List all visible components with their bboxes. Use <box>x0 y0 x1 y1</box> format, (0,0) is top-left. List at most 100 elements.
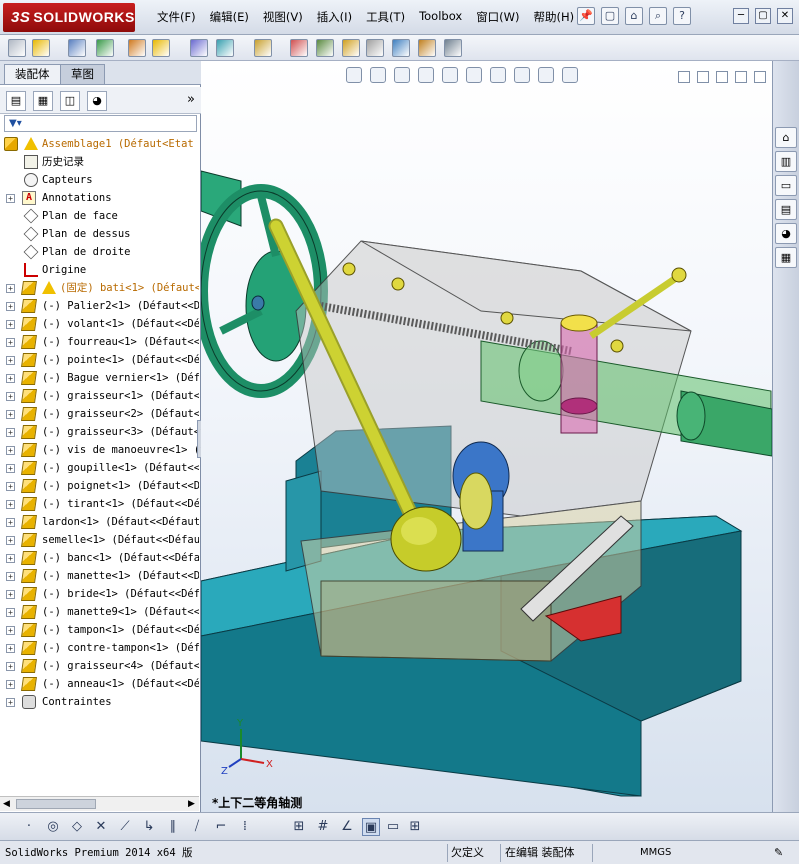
expand-icon[interactable]: + <box>6 536 15 545</box>
tree-item[interactable]: Assemblage1 (Défaut<Etat <box>0 135 199 153</box>
expand-icon[interactable]: + <box>6 644 15 653</box>
tree-item[interactable]: + (-) banc<1> (Défaut<<Défau <box>0 549 199 567</box>
expand-icon[interactable]: + <box>6 680 15 689</box>
fillet-icon[interactable]: ↳ <box>140 818 158 836</box>
tab-sketch[interactable]: 草图 <box>60 64 105 84</box>
tree-item[interactable]: + (-) bride<1> (Défaut<<Défa <box>0 585 199 603</box>
tree-item[interactable]: + semelle<1> (Défaut<<Défaut <box>0 531 199 549</box>
help-icon[interactable]: ? <box>673 7 691 25</box>
assembly-features-icon[interactable] <box>216 39 234 57</box>
tree-item[interactable]: + Contraintes <box>0 693 199 711</box>
smart-fasteners-icon[interactable] <box>128 39 146 57</box>
linear-pattern-icon[interactable]: ⁞ <box>236 818 254 836</box>
tree-item[interactable]: Capteurs <box>0 171 199 189</box>
tree-item[interactable]: Origine <box>0 261 199 279</box>
move-component-icon[interactable] <box>152 39 170 57</box>
expand-icon[interactable]: + <box>6 590 15 599</box>
expand-icon[interactable]: + <box>6 302 15 311</box>
scroll-left-icon[interactable]: ◀ <box>3 799 10 809</box>
tree-item[interactable]: Plan de face <box>0 207 199 225</box>
bill-of-materials-icon[interactable] <box>316 39 334 57</box>
trim-icon[interactable]: ✕ <box>92 818 110 836</box>
assembly-3d-model[interactable]: Y X Z <box>201 61 772 812</box>
expand-icon[interactable]: + <box>6 284 15 293</box>
expand-icon[interactable]: + <box>6 338 15 347</box>
new-document-icon[interactable]: ▢ <box>601 7 619 25</box>
maximize-button[interactable]: ▢ <box>755 8 771 24</box>
solidworks-logo[interactable]: 3S SOLIDWORKS <box>3 3 135 32</box>
horizontal-scrollbar[interactable]: ◀ ▶ <box>0 796 199 811</box>
tree-item[interactable]: + (-) anneau<1> (Défaut<<Déf <box>0 675 199 693</box>
tree-item[interactable]: Plan de droite <box>0 243 199 261</box>
tree-item[interactable]: + (-) poignet<1> (Défaut<<Dé <box>0 477 199 495</box>
minimize-button[interactable]: ─ <box>733 8 749 24</box>
tree-item[interactable]: + (-) fourreau<1> (Défaut<<D <box>0 333 199 351</box>
reference-geometry-icon[interactable] <box>254 39 272 57</box>
polygon-icon[interactable]: ◇ <box>68 818 86 836</box>
grid-icon[interactable]: # <box>314 818 332 836</box>
menu-item-5[interactable]: Toolbox <box>412 9 469 25</box>
tree-item[interactable]: + (-) contre-tampon<1> (Défa <box>0 639 199 657</box>
expand-icon[interactable]: + <box>6 446 15 455</box>
view-palette-icon[interactable]: ▤ <box>775 199 797 220</box>
tree-item[interactable]: + (-) Palier2<1> (Défaut<<Dé <box>0 297 199 315</box>
insert-component-icon[interactable] <box>8 39 26 57</box>
component-preview-icon[interactable] <box>68 39 86 57</box>
expand-icon[interactable]: + <box>6 500 15 509</box>
snapshot-icon[interactable] <box>444 39 462 57</box>
display-manager-icon[interactable]: ◕ <box>87 91 107 111</box>
expand-icon[interactable]: + <box>6 356 15 365</box>
menu-item-6[interactable]: 窗口(W) <box>469 9 526 25</box>
tree-item[interactable]: Plan de dessus <box>0 225 199 243</box>
expand-icon[interactable]: + <box>6 194 15 203</box>
menu-item-4[interactable]: 工具(T) <box>359 9 412 25</box>
scroll-right-icon[interactable]: ▶ <box>188 799 195 809</box>
tree-item[interactable]: + (-) tirant<1> (Défaut<<Déf <box>0 495 199 513</box>
tree-item[interactable]: + (-) manette<1> (Défaut<<Dé <box>0 567 199 585</box>
solidworks-resources-icon[interactable]: ⌂ <box>775 127 797 148</box>
appearances-icon[interactable]: ◕ <box>775 223 797 244</box>
expand-icon[interactable]: + <box>6 572 15 581</box>
instant3d-icon[interactable] <box>392 39 410 57</box>
expand-icon[interactable]: + <box>6 392 15 401</box>
scroll-thumb[interactable] <box>16 799 96 809</box>
expand-icon[interactable]: + <box>6 698 15 707</box>
tree-item[interactable]: + (-) tampon<1> (Défaut<<Déf <box>0 621 199 639</box>
angle-icon[interactable]: ∠ <box>338 818 356 836</box>
construction-icon[interactable]: ⌐ <box>212 818 230 836</box>
tree-item[interactable]: + (-) manette9<1> (Défaut<<D <box>0 603 199 621</box>
expand-icon[interactable]: + <box>6 428 15 437</box>
open-folder-icon[interactable]: ⌂ <box>625 7 643 25</box>
configuration-manager-icon[interactable]: ◫ <box>60 91 80 111</box>
expand-icon[interactable]: + <box>6 662 15 671</box>
3d-view-icon[interactable]: ▣ <box>362 818 380 836</box>
expand-icon[interactable]: + <box>6 410 15 419</box>
new-motion-study-icon[interactable] <box>290 39 308 57</box>
tree-item[interactable]: + (-) Bague vernier<1> (Défa <box>0 369 199 387</box>
expand-icon[interactable]: + <box>6 554 15 563</box>
help-icon[interactable]: ✎ <box>774 845 783 861</box>
mirror-icon[interactable]: ⧸ <box>188 818 206 836</box>
expand-icon[interactable]: + <box>6 374 15 383</box>
tree-item[interactable]: + A Annotations <box>0 189 199 207</box>
tree-item[interactable]: 历史记录 <box>0 153 199 171</box>
mate-icon[interactable] <box>32 39 50 57</box>
circle-icon[interactable]: ◎ <box>44 818 62 836</box>
tree-item[interactable]: + (-) graisseur<3> (Défaut<< <box>0 423 199 441</box>
point-icon[interactable]: · <box>20 818 38 836</box>
file-explorer-icon[interactable]: ▭ <box>775 175 797 196</box>
custom-properties-icon[interactable]: ▦ <box>775 247 797 268</box>
property-manager-icon[interactable]: ▦ <box>33 91 53 111</box>
explode-line-icon[interactable] <box>366 39 384 57</box>
menu-item-1[interactable]: 编辑(E) <box>203 9 256 25</box>
tree-item[interactable]: + (固定) bati<1> (Défaut< <box>0 279 199 297</box>
show-hidden-icon[interactable] <box>190 39 208 57</box>
exploded-view-icon[interactable] <box>342 39 360 57</box>
search-commands-icon[interactable]: ⌕ <box>649 7 667 25</box>
menu-item-0[interactable]: 文件(F) <box>150 9 203 25</box>
graphics-area[interactable]: Y X Z *上下二等角轴测 <box>201 61 772 812</box>
tree-item[interactable]: + lardon<1> (Défaut<<Défaut> <box>0 513 199 531</box>
tree-item[interactable]: + (-) goupille<1> (Défaut<<D <box>0 459 199 477</box>
update-icon[interactable] <box>418 39 436 57</box>
pin-icon[interactable]: 📌 <box>577 7 595 25</box>
